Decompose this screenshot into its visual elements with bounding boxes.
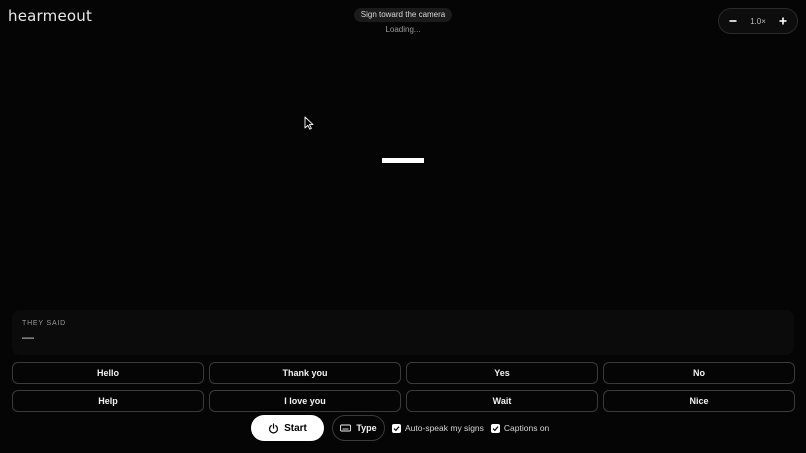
minus-icon: [729, 20, 737, 22]
start-label: Start: [284, 422, 307, 434]
plus-icon: [779, 17, 787, 25]
zoom-level: 1.0×: [750, 16, 766, 26]
auto-speak-label: Auto-speak my signs: [405, 423, 484, 433]
phrase-button-nice[interactable]: Nice: [603, 390, 795, 412]
captions-checkbox[interactable]: [490, 423, 500, 433]
checkmark-icon: [393, 425, 400, 431]
app-logo: hearmeout: [8, 7, 93, 25]
control-bar: Start Type Auto-speak my signs Captions …: [251, 415, 549, 441]
zoom-in-button[interactable]: [777, 15, 789, 27]
phrase-button-i-love-you[interactable]: I love you: [209, 390, 401, 412]
phrase-button-help[interactable]: Help: [12, 390, 204, 412]
zoom-control: 1.0×: [718, 8, 798, 34]
mouse-cursor-icon: [304, 116, 314, 130]
auto-speak-checkbox[interactable]: [392, 423, 401, 433]
app-stage: hearmeout Sign toward the camera Loading…: [0, 0, 806, 453]
camera-hint: Sign toward the camera: [354, 8, 452, 22]
phrase-button-wait[interactable]: Wait: [406, 390, 598, 412]
phrase-button-no[interactable]: No: [603, 362, 795, 384]
checkmark-icon: [492, 425, 499, 431]
type-button[interactable]: Type: [332, 415, 385, 441]
type-label: Type: [356, 423, 377, 433]
caption-text: —: [22, 330, 34, 344]
phrase-button-yes[interactable]: Yes: [406, 362, 598, 384]
phrase-button-hello[interactable]: Hello: [12, 362, 204, 384]
phrase-button-thank-you[interactable]: Thank you: [209, 362, 401, 384]
auto-speak-toggle[interactable]: Auto-speak my signs: [392, 423, 484, 433]
captions-label: Captions on: [503, 423, 550, 433]
quick-phrases: Hello Thank you Yes No Help I love you W…: [12, 362, 795, 412]
loading-status: Loading...: [385, 25, 421, 34]
start-button[interactable]: Start: [251, 415, 324, 441]
power-icon: [269, 422, 279, 433]
keyboard-icon: [340, 424, 352, 432]
caption-panel: THEY SAID —: [12, 310, 794, 355]
captions-toggle[interactable]: Captions on: [490, 423, 550, 433]
loading-indicator: [382, 158, 424, 163]
caption-label: THEY SAID: [22, 320, 67, 327]
zoom-out-button[interactable]: [727, 15, 739, 27]
